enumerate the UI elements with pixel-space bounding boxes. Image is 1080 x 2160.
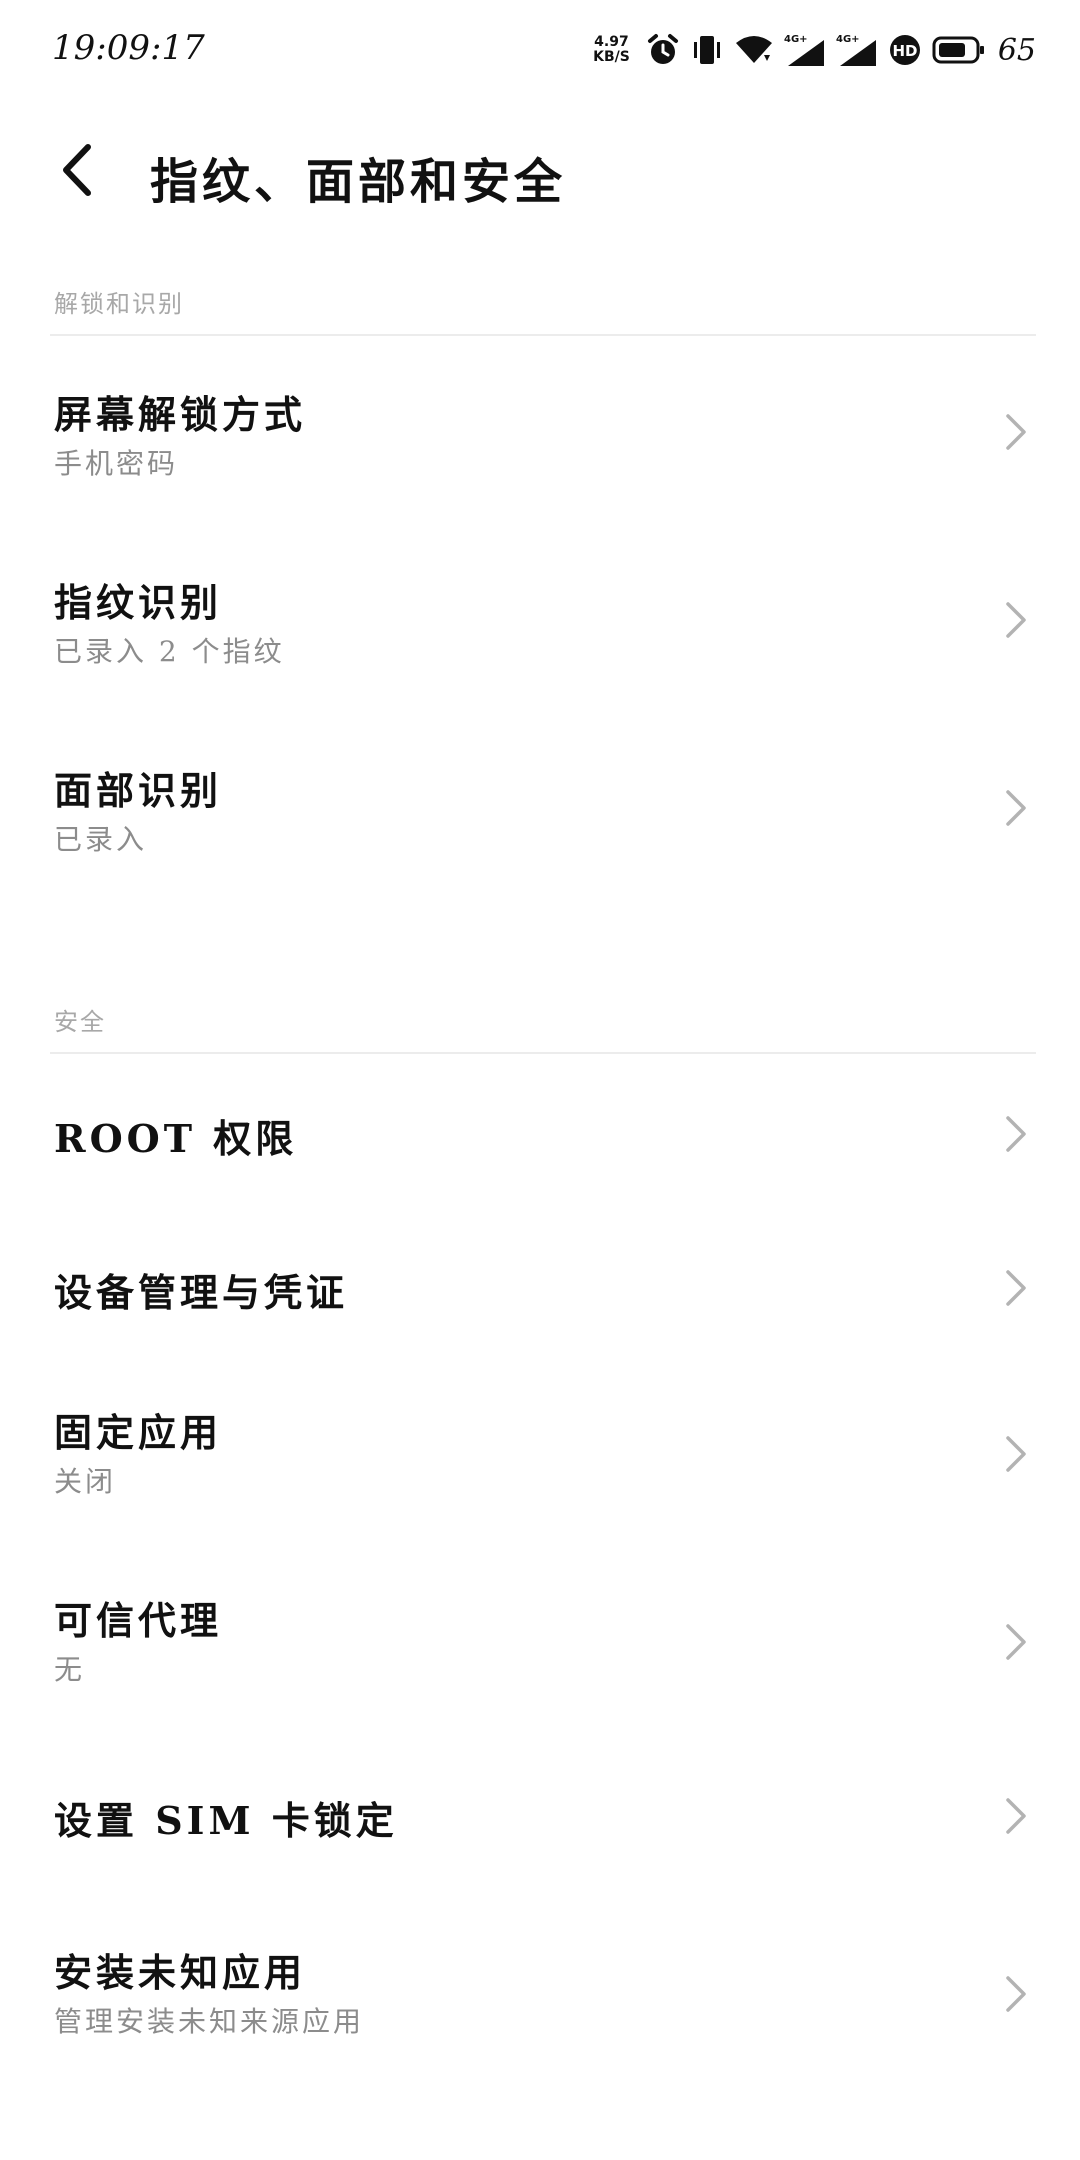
item-screen-pinning[interactable]: 固定应用 关闭 [0,1380,1080,1540]
app-header: 指纹、面部和安全 [0,120,1080,220]
item-title: 指纹识别 [54,580,223,625]
chevron-right-icon [1006,414,1026,450]
wifi-icon [734,33,774,67]
section-divider [50,334,1036,336]
item-device-admin[interactable]: 设备管理与凭证 [0,1214,1080,1360]
network-speed-unit: KB/S [593,49,630,65]
item-subtitle: 手机密码 [54,447,179,480]
section-header-security: 安全 [54,1008,106,1036]
chevron-right-icon [1006,790,1026,826]
battery-icon [932,35,986,65]
section-divider [50,1052,1036,1054]
item-title: ROOT 权限 [54,1116,298,1161]
item-title: 设置 SIM 卡锁定 [54,1798,398,1843]
status-icons: 4.97 KB/S 4G+ 4G+ HD 65 [593,24,1036,76]
item-sim-lock[interactable]: 设置 SIM 卡锁定 [0,1742,1080,1888]
item-title: 可信代理 [54,1598,223,1643]
item-fingerprint[interactable]: 指纹识别 已录入 2 个指纹 [0,548,1080,708]
network-speed-value: 4.97 [594,34,629,50]
back-arrow-icon [63,144,91,196]
network-speed: 4.97 KB/S [593,35,630,65]
item-title: 固定应用 [54,1410,223,1455]
network-type-2-label: 4G+ [836,34,860,45]
battery-percent: 65 [997,32,1036,68]
status-bar: 19:09:17 4.97 KB/S 4G+ 4G+ HD 65 [0,0,1080,100]
vibrate-icon [690,33,724,67]
hd-badge-label: HD [892,42,917,60]
item-subtitle: 管理安装未知来源应用 [54,2005,365,2038]
item-subtitle: 已录入 [54,823,148,856]
item-root-permission[interactable]: ROOT 权限 [0,1060,1080,1206]
item-screen-unlock[interactable]: 屏幕解锁方式 手机密码 [0,360,1080,520]
item-subtitle: 无 [54,1653,86,1686]
item-unknown-apps[interactable]: 安装未知应用 管理安装未知来源应用 [0,1920,1080,2080]
item-face-recognition[interactable]: 面部识别 已录入 [0,736,1080,896]
page-title: 指纹、面部和安全 [150,154,567,210]
status-time: 19:09:17 [52,28,205,68]
signal-icon: 4G+ [784,32,826,68]
item-trust-agents[interactable]: 可信代理 无 [0,1568,1080,1728]
chevron-right-icon [1006,1798,1026,1834]
chevron-right-icon [1006,1436,1026,1472]
chevron-right-icon [1006,1976,1026,2012]
chevron-right-icon [1006,602,1026,638]
section-header-unlock: 解锁和识别 [54,290,184,318]
chevron-right-icon [1006,1624,1026,1660]
item-subtitle: 关闭 [54,1465,117,1498]
hd-icon: HD [888,33,922,67]
alarm-icon [646,33,680,67]
chevron-right-icon [1006,1116,1026,1152]
signal-icon: 4G+ [836,32,878,68]
item-title: 屏幕解锁方式 [54,392,307,437]
network-type-1-label: 4G+ [784,34,808,45]
back-button[interactable] [48,140,108,200]
item-subtitle: 已录入 2 个指纹 [54,635,285,668]
item-title: 面部识别 [54,768,223,813]
item-title: 安装未知应用 [54,1950,307,1995]
chevron-right-icon [1006,1270,1026,1306]
item-title: 设备管理与凭证 [54,1270,349,1315]
